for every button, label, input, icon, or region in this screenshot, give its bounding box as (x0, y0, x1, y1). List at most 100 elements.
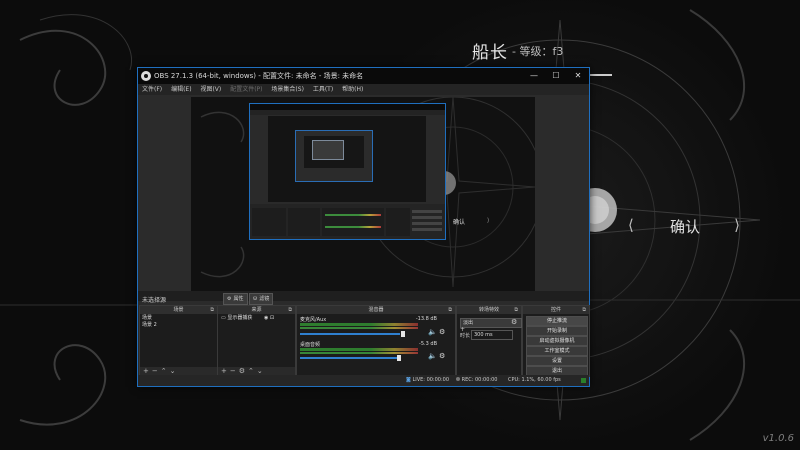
desktop-channel-db: -5.3 dB (419, 341, 437, 347)
menu-scene-collection[interactable]: 场景集合(S) (271, 86, 304, 93)
remove-icon[interactable]: − (152, 367, 158, 375)
nested-obs-capture (249, 103, 446, 240)
mic-meter (300, 323, 418, 326)
menu-help[interactable]: 帮助(H) (342, 86, 363, 93)
add-icon[interactable]: + (143, 367, 149, 375)
desktop-meter (300, 352, 418, 354)
character-level: - 等级：f3 (512, 45, 564, 58)
close-icon[interactable]: ✕ (567, 68, 589, 84)
confirm-button[interactable]: ⟨ 确认 ⟩ (628, 214, 740, 238)
dock-pin-icon[interactable]: ⧉ (448, 306, 452, 314)
studio-mode-button[interactable]: 工作室模式 (526, 346, 588, 356)
scenes-header: 场景 ⧉ (140, 306, 217, 314)
speaker-icon[interactable]: 🔈 (428, 328, 437, 336)
chevron-down-icon[interactable]: ⌄ (257, 367, 263, 375)
left-bracket-icon: ⟨ (628, 216, 634, 234)
dock-pin-icon[interactable]: ⧉ (288, 306, 292, 314)
nested-dock (250, 204, 445, 239)
obs-window[interactable]: OBS 27.1.3 (64-bit, windows) - 配置文件: 未命名… (137, 67, 590, 387)
properties-label: 属性 (233, 296, 244, 302)
nested-sources (288, 208, 320, 236)
mic-channel-db: -13.8 dB (415, 316, 437, 322)
duration-input[interactable]: 300 ms (471, 330, 513, 340)
mixer-header: 混音器 ⧉ (297, 306, 455, 314)
start-virtual-camera-button[interactable]: 启动虚拟摄像机 (526, 336, 588, 346)
nested-control (412, 222, 442, 225)
mic-channel-label: 麦克风/Aux (300, 317, 327, 323)
stop-streaming-button[interactable]: 停止推流 (526, 316, 588, 326)
preview-right-bracket-icon: ⟩ (487, 217, 490, 224)
nested-menubar (250, 110, 445, 115)
character-name: 船长 (472, 43, 508, 63)
transitions-dock: 转场特效 ⧉ 淡出 + 时长 300 ms ⚙ (456, 305, 522, 377)
gear-icon[interactable]: ⚙ (439, 328, 445, 336)
gear-icon: ⚙ (227, 296, 232, 302)
nested-control (412, 216, 442, 219)
menu-bar: 文件(F) 编辑(E) 视图(V) 配置文件(P) 场景集合(S) 工具(T) … (138, 84, 589, 95)
preview-confirm-label: 确认 (453, 219, 466, 226)
scene-item[interactable]: 场景 2 (142, 322, 157, 329)
mic-meter (300, 327, 418, 329)
obs-logo-icon (141, 71, 151, 81)
desktop-channel-label: 桌面音频 (300, 342, 321, 348)
preview-canvas[interactable]: 船长 - 等级：f3 ⟨ 确认 ⟩ (191, 97, 535, 291)
sources-dock: 来源 ⧉ ▭ 显示器捕获 ◉ ⊡ + − ⚙ ⌃ ⌄ (217, 305, 296, 377)
start-recording-button[interactable]: 开始录制 (526, 326, 588, 336)
mic-volume-knob[interactable] (401, 331, 405, 337)
chevron-up-icon[interactable]: ⌃ (161, 367, 167, 375)
chevron-down-icon[interactable]: ⌄ (170, 367, 176, 375)
filters-button[interactable]: ⛁ 滤镜 (249, 293, 274, 305)
obs-titlebar[interactable]: OBS 27.1.3 (64-bit, windows) - 配置文件: 未命名… (138, 68, 589, 84)
desktop-meter (300, 348, 418, 351)
properties-button[interactable]: ⚙ 属性 (223, 293, 248, 305)
menu-file[interactable]: 文件(F) (142, 86, 162, 93)
menu-view[interactable]: 视图(V) (200, 86, 221, 93)
nested-control (412, 210, 442, 213)
source-item[interactable]: ▭ 显示器捕获 ◉ ⊡ (221, 315, 274, 322)
gear-icon[interactable]: ⚙ (511, 318, 517, 326)
filter-icon: ⛁ (253, 296, 258, 302)
maximize-icon[interactable]: ☐ (545, 68, 567, 84)
monitor-icon: ▭ (221, 315, 226, 321)
desktop-volume-slider[interactable] (300, 357, 400, 359)
minimize-icon[interactable]: — (523, 68, 545, 84)
cpu-status: CPU: 1.1%, 60.00 fps (508, 377, 561, 383)
dock-pin-icon[interactable]: ⧉ (582, 306, 586, 314)
mic-volume-slider[interactable] (300, 333, 400, 335)
gear-icon[interactable]: ⚙ (439, 352, 445, 360)
nested-transitions (386, 208, 410, 236)
filters-label: 滤镜 (259, 296, 270, 302)
gear-icon[interactable]: ⚙ (239, 367, 245, 375)
add-icon[interactable]: + (221, 367, 227, 375)
remove-icon[interactable]: − (230, 367, 236, 375)
health-indicator-icon (581, 378, 586, 383)
no-source-label: 未选择源 (142, 297, 167, 304)
settings-button[interactable]: 设置 (526, 356, 588, 366)
menu-tools[interactable]: 工具(T) (313, 86, 333, 93)
scene-item[interactable]: 场景 (142, 315, 152, 322)
speaker-icon[interactable]: 🔈 (428, 352, 437, 360)
nested-meter (325, 226, 381, 228)
transitions-header: 转场特效 ⧉ (457, 306, 521, 314)
chevron-up-icon[interactable]: ⌃ (248, 367, 254, 375)
dock-pin-icon[interactable]: ⧉ (514, 306, 518, 314)
lock-icon[interactable]: ⊡ (270, 315, 274, 321)
nested-control (412, 228, 442, 231)
nested-preview (268, 116, 426, 202)
nested-meter (325, 214, 381, 216)
version-label: v1.0.6 (762, 433, 794, 444)
source-label: 显示器捕获 (227, 315, 253, 321)
scenes-dock: 场景 ⧉ 场景 场景 2 + − ⌃ ⌄ (139, 305, 218, 377)
confirm-label: 确认 (670, 218, 701, 236)
menu-edit[interactable]: 编辑(E) (171, 86, 191, 93)
desktop-volume-knob[interactable] (397, 355, 401, 361)
live-icon: ◙ (406, 377, 411, 383)
menu-profile[interactable]: 配置文件(P) (230, 86, 262, 93)
dock-pin-icon[interactable]: ⧉ (210, 306, 214, 314)
rec-status: REC: 00:00:00 (456, 375, 497, 386)
nested-nested-window-2 (312, 140, 344, 160)
controls-header: 控件 ⧉ (523, 306, 589, 314)
controls-dock: 控件 ⧉ 停止推流 开始录制 启动虚拟摄像机 工作室模式 设置 退出 (522, 305, 590, 377)
nested-scenes (252, 208, 286, 236)
eye-icon[interactable]: ◉ (264, 315, 268, 321)
